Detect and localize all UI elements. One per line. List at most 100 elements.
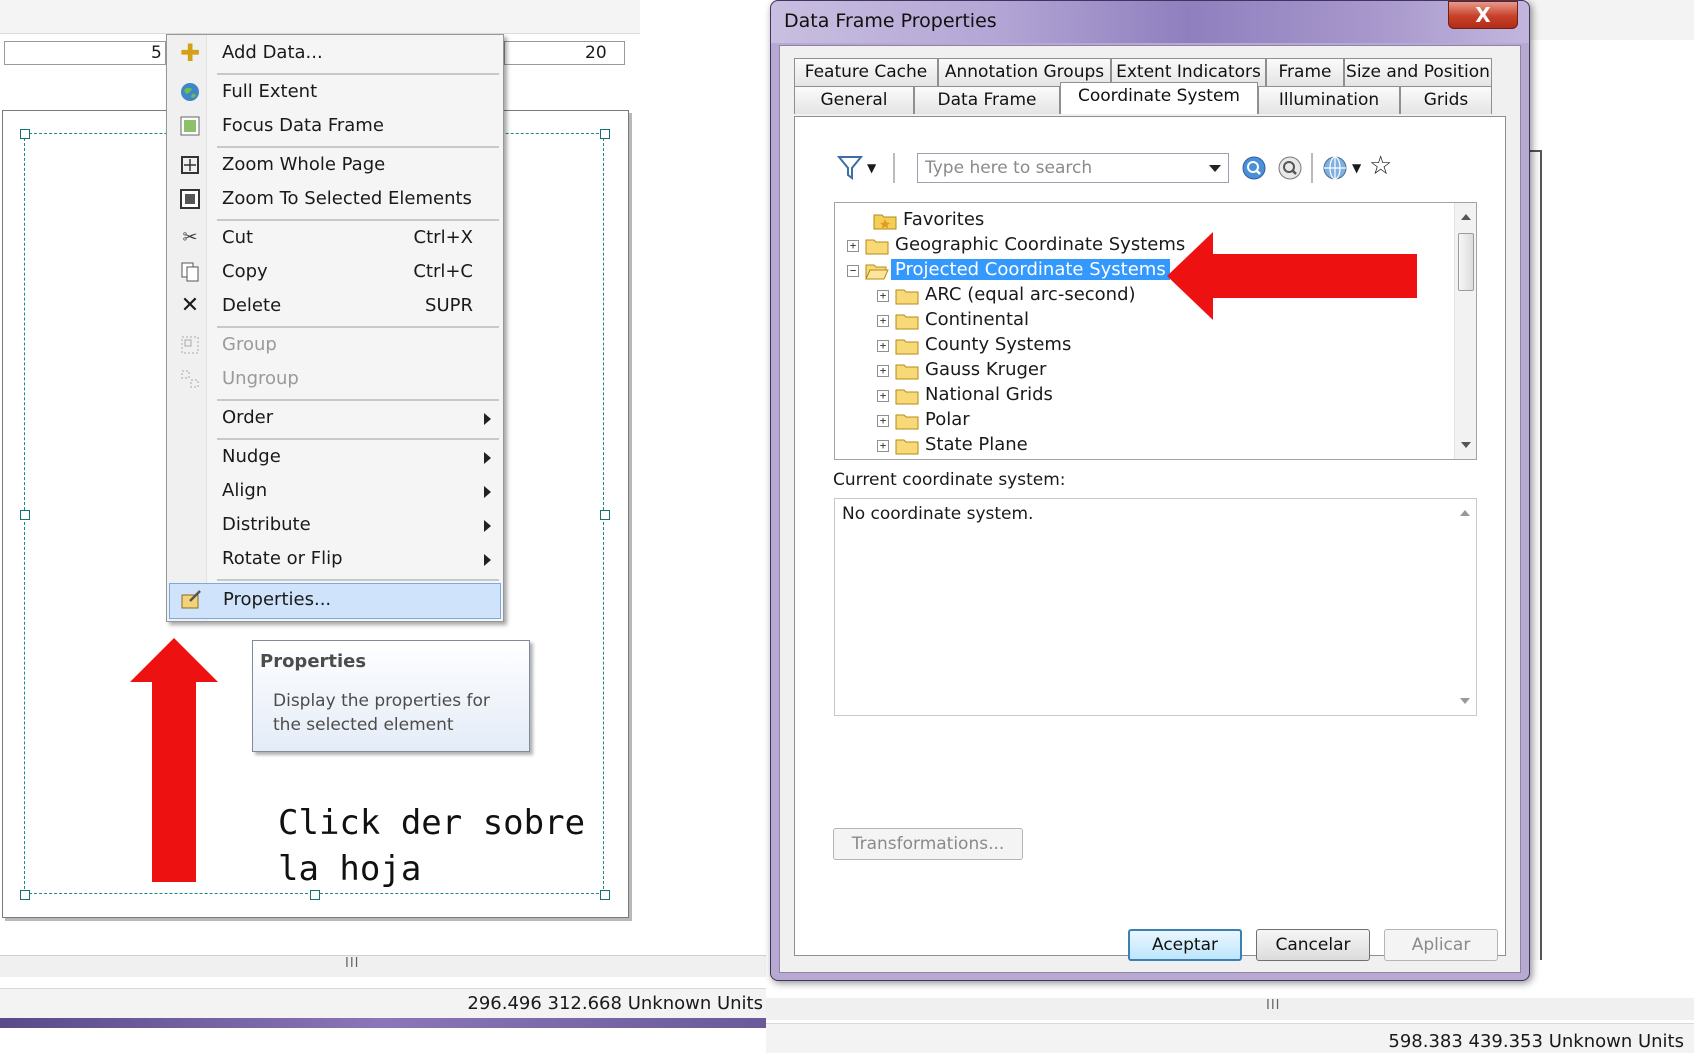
- filter-dropdown-icon[interactable]: ▼: [867, 161, 876, 175]
- transformations-button[interactable]: Transformations...: [833, 828, 1023, 860]
- menu-item-label: Delete: [222, 295, 282, 316]
- filter-icon[interactable]: [837, 153, 865, 183]
- current-coordinate-system-value: No coordinate system.: [842, 504, 1034, 524]
- tab-size-and-position[interactable]: Size and Position: [1344, 58, 1492, 86]
- menu-separator: [217, 579, 499, 581]
- expand-plus-icon[interactable]: +: [877, 340, 889, 352]
- menu-item-focus-data-frame[interactable]: Focus Data Frame: [169, 110, 501, 142]
- expand-plus-icon[interactable]: +: [877, 365, 889, 377]
- zoom-page-icon: [179, 154, 201, 176]
- tab-frame[interactable]: Frame: [1266, 58, 1344, 86]
- menu-item-rotate-or-flip[interactable]: Rotate or Flip: [169, 543, 501, 575]
- scroll-down-icon[interactable]: [1460, 698, 1470, 704]
- ruler-value-right: 20: [585, 43, 607, 63]
- current-coordinate-system-label: Current coordinate system:: [833, 470, 1066, 490]
- menu-item-cut[interactable]: ✂ Cut Ctrl+X: [169, 222, 501, 254]
- current-coordinate-system-box: No coordinate system.: [834, 498, 1477, 716]
- context-menu: ✚ Add Data... Full Extent Focus Data Fra…: [166, 34, 504, 622]
- expand-plus-icon[interactable]: +: [847, 240, 859, 252]
- status-coordinates: 598.383 439.353 Unknown Units: [1388, 1031, 1684, 1052]
- toolbar-divider: [893, 153, 895, 183]
- globe-dropdown-icon[interactable]: ▼: [1352, 161, 1361, 175]
- close-button[interactable]: X: [1448, 1, 1518, 29]
- tab-feature-cache[interactable]: Feature Cache: [794, 58, 938, 86]
- details-vertical-scrollbar[interactable]: [1454, 499, 1476, 715]
- taskbar-strip: [0, 1018, 766, 1028]
- expand-plus-icon[interactable]: +: [877, 290, 889, 302]
- menu-item-properties[interactable]: Properties...: [169, 583, 501, 619]
- search-icon[interactable]: [1241, 155, 1267, 181]
- add-to-favorites-star-icon[interactable]: ☆: [1369, 151, 1392, 181]
- menu-item-zoom-to-selected[interactable]: Zoom To Selected Elements: [169, 183, 501, 215]
- scrollbar-grip: III: [1266, 998, 1281, 1013]
- menu-item-group: Group: [169, 329, 501, 361]
- dialog-title: Data Frame Properties: [784, 10, 997, 32]
- tab-coordinate-system[interactable]: Coordinate System: [1060, 82, 1258, 114]
- tree-node-label: ARC (equal arc-second): [925, 284, 1136, 305]
- scroll-thumb[interactable]: [1458, 233, 1474, 291]
- menu-item-label: Zoom Whole Page: [222, 154, 386, 175]
- resize-handle[interactable]: [20, 510, 30, 520]
- folder-icon: [895, 389, 919, 405]
- expand-plus-icon[interactable]: +: [877, 315, 889, 327]
- menu-separator: [217, 219, 499, 221]
- tab-illumination[interactable]: Illumination: [1258, 86, 1400, 114]
- tree-node-label: Geographic Coordinate Systems: [895, 234, 1186, 255]
- folder-icon: [895, 364, 919, 380]
- menu-item-label: Group: [222, 334, 277, 355]
- submenu-arrow-icon: [484, 452, 491, 464]
- clear-search-icon[interactable]: [1277, 155, 1303, 181]
- menu-item-align[interactable]: Align: [169, 475, 501, 507]
- chevron-down-icon[interactable]: [1209, 165, 1221, 172]
- expand-plus-icon[interactable]: +: [877, 415, 889, 427]
- ok-button[interactable]: Aceptar: [1128, 929, 1242, 961]
- ruler-field-right[interactable]: 20: [504, 41, 625, 65]
- resize-handle[interactable]: [20, 890, 30, 900]
- add-coordinate-system-globe-icon[interactable]: [1322, 155, 1348, 181]
- horizontal-scrollbar[interactable]: III: [0, 955, 766, 977]
- tab-grids[interactable]: Grids: [1400, 86, 1492, 114]
- menu-item-shortcut: Ctrl+C: [413, 261, 473, 282]
- menu-item-delete[interactable]: ✕ Delete SUPR: [169, 290, 501, 322]
- submenu-arrow-icon: [484, 520, 491, 532]
- menu-separator: [217, 438, 499, 440]
- menu-separator: [217, 146, 499, 148]
- scissors-icon: ✂: [182, 227, 198, 248]
- tab-data-frame[interactable]: Data Frame: [914, 86, 1060, 114]
- search-input[interactable]: Type here to search: [917, 153, 1229, 183]
- tree-vertical-scrollbar[interactable]: [1454, 203, 1476, 459]
- collapse-minus-icon[interactable]: −: [847, 265, 859, 277]
- dialog-client-area: Feature Cache Annotation Groups Extent I…: [779, 45, 1521, 973]
- resize-handle[interactable]: [600, 129, 610, 139]
- scroll-down-icon[interactable]: [1461, 442, 1471, 448]
- cancel-button[interactable]: Cancelar: [1256, 929, 1370, 961]
- group-icon: [179, 334, 201, 356]
- menu-item-distribute[interactable]: Distribute: [169, 509, 501, 541]
- favorites-folder-icon: [873, 214, 897, 230]
- expand-plus-icon[interactable]: +: [877, 440, 889, 452]
- folder-icon: [865, 239, 889, 255]
- red-arrow-up-annotation: [130, 638, 218, 882]
- menu-item-add-data[interactable]: ✚ Add Data...: [169, 37, 501, 69]
- expand-plus-icon[interactable]: +: [877, 390, 889, 402]
- menu-item-order[interactable]: Order: [169, 402, 501, 434]
- apply-button[interactable]: Aplicar: [1384, 929, 1498, 961]
- toolbar-divider: [1311, 153, 1313, 183]
- tab-general[interactable]: General: [794, 86, 914, 114]
- folder-icon: [895, 339, 919, 355]
- status-coordinates: 296.496 312.668 Unknown Units: [467, 993, 763, 1014]
- properties-icon: [180, 589, 202, 611]
- menu-item-zoom-whole-page[interactable]: Zoom Whole Page: [169, 149, 501, 181]
- horizontal-scrollbar[interactable]: III: [766, 998, 1694, 1020]
- tree-node-label: County Systems: [925, 334, 1072, 355]
- menu-item-nudge[interactable]: Nudge: [169, 441, 501, 473]
- menu-item-copy[interactable]: Copy Ctrl+C: [169, 256, 501, 288]
- menu-item-full-extent[interactable]: Full Extent: [169, 76, 501, 108]
- dialog-titlebar[interactable]: Data Frame Properties X: [771, 1, 1529, 43]
- scroll-up-icon[interactable]: [1460, 510, 1470, 516]
- layout-view: 5 20 Click der sobre la hoja Properties …: [0, 0, 766, 1053]
- resize-handle[interactable]: [20, 129, 30, 139]
- resize-handle[interactable]: [600, 510, 610, 520]
- scroll-up-icon[interactable]: [1461, 214, 1471, 220]
- ruler-field-left[interactable]: 5: [4, 41, 166, 65]
